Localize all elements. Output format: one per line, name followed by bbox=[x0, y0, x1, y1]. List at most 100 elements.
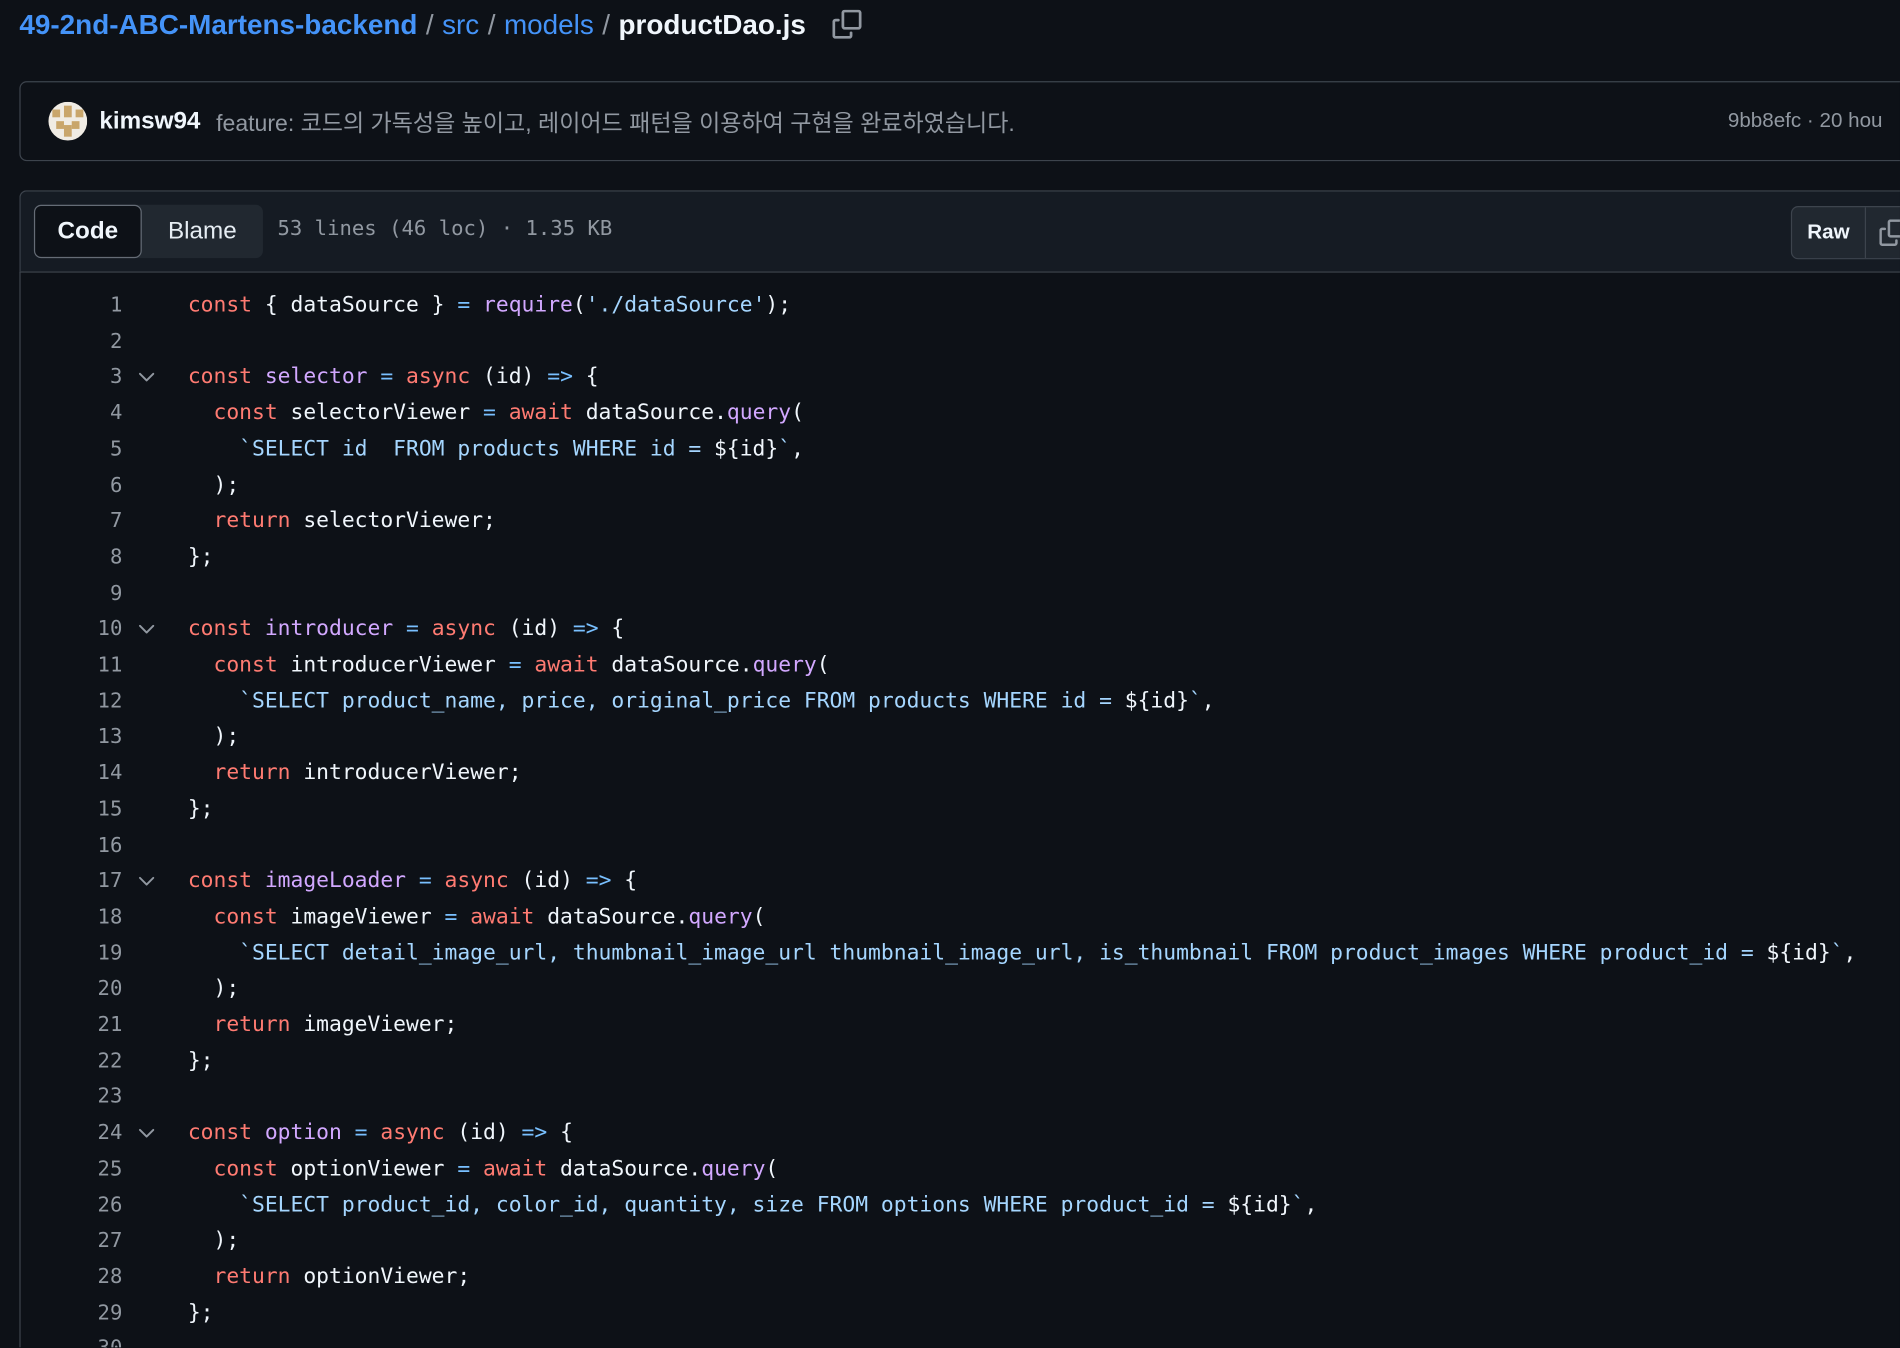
code-token: ${id} bbox=[714, 437, 779, 462]
line-number[interactable]: 3 bbox=[21, 359, 122, 395]
code-token: = bbox=[354, 1120, 368, 1146]
line-number[interactable]: 2 bbox=[21, 323, 122, 359]
line-number[interactable]: 24 bbox=[21, 1115, 123, 1151]
code-token: ); bbox=[187, 473, 240, 498]
line-number[interactable]: 6 bbox=[21, 467, 122, 503]
code-token: = bbox=[483, 401, 496, 426]
commit-hash-time[interactable]: 9bb8efc · 20 hou bbox=[1728, 109, 1883, 133]
line-number[interactable]: 23 bbox=[21, 1079, 123, 1115]
line-number[interactable]: 12 bbox=[21, 683, 123, 719]
code-text: const imageLoader = async (id) => { bbox=[188, 863, 637, 899]
line-number[interactable]: 28 bbox=[21, 1259, 123, 1295]
chevron-down-icon[interactable] bbox=[137, 368, 156, 387]
code-token: `SELECT detail_image_url, thumbnail_imag… bbox=[239, 940, 1767, 966]
code-token: ); bbox=[765, 293, 792, 318]
code-token: const bbox=[187, 365, 252, 390]
code-text: ); bbox=[188, 719, 239, 755]
breadcrumb-file-name: productDao.js bbox=[618, 7, 806, 40]
line-number[interactable]: 10 bbox=[21, 611, 123, 647]
code-token: query bbox=[752, 653, 817, 678]
code-token: return bbox=[213, 1012, 291, 1038]
line-number[interactable]: 30 bbox=[21, 1331, 123, 1348]
code-token: => bbox=[585, 869, 612, 894]
code-text: const introducerViewer = await dataSourc… bbox=[188, 647, 830, 683]
code-token: { bbox=[611, 869, 638, 894]
code-token: dataSource. bbox=[598, 653, 753, 678]
line-number[interactable]: 5 bbox=[21, 431, 122, 467]
copy-path-button[interactable] bbox=[830, 7, 864, 41]
chevron-down-icon[interactable] bbox=[137, 620, 156, 639]
code-token: => bbox=[521, 1120, 548, 1146]
code-token: => bbox=[572, 617, 599, 642]
line-number[interactable]: 26 bbox=[21, 1187, 123, 1223]
code-token: ( bbox=[791, 401, 804, 426]
chevron-down-icon[interactable] bbox=[137, 871, 156, 890]
code-token: }; bbox=[187, 545, 214, 570]
raw-button[interactable]: Raw bbox=[1792, 207, 1867, 259]
code-line: 1 const { dataSource } = require('./dataS… bbox=[21, 287, 1900, 323]
line-number[interactable]: 1 bbox=[21, 287, 122, 323]
code-token: const bbox=[187, 293, 252, 318]
code-token: (id) bbox=[495, 617, 573, 642]
line-number[interactable]: 16 bbox=[21, 827, 123, 863]
code-text: const { dataSource } = require('./dataSo… bbox=[188, 287, 791, 323]
breadcrumb-repo-link[interactable]: 49-2nd-ABC-Martens-backend bbox=[19, 8, 417, 41]
line-number[interactable]: 21 bbox=[21, 1007, 123, 1043]
code-token: ( bbox=[765, 1156, 779, 1182]
code-token: ` bbox=[1830, 940, 1844, 966]
line-number[interactable]: 25 bbox=[21, 1151, 123, 1187]
commit-message-link[interactable]: feature: 코드의 가독성을 높이고, 레이어드 패턴을 이용하여 구현을… bbox=[216, 105, 1015, 138]
code-line: 11 const introducerViewer = await dataSo… bbox=[21, 647, 1900, 683]
breadcrumb-dir-src-link[interactable]: src bbox=[442, 8, 479, 41]
line-number[interactable]: 8 bbox=[21, 539, 122, 575]
code-line: 15}; bbox=[21, 791, 1900, 827]
commit-author-link[interactable]: kimsw94 bbox=[99, 107, 200, 135]
code-token: `SELECT product_id, color_id, quantity, … bbox=[239, 1192, 1228, 1218]
code-line: 29}; bbox=[21, 1295, 1900, 1331]
line-number[interactable]: 19 bbox=[21, 935, 123, 971]
code-token: ${id} bbox=[1124, 689, 1189, 714]
line-number[interactable]: 11 bbox=[21, 647, 123, 683]
code-text: const selector = async (id) => { bbox=[188, 359, 599, 395]
code-line: 23 bbox=[21, 1079, 1900, 1115]
line-number[interactable]: 17 bbox=[21, 863, 123, 899]
line-number[interactable]: 15 bbox=[21, 791, 123, 827]
code-token: async bbox=[380, 1120, 445, 1146]
code-token: async bbox=[444, 869, 509, 894]
chevron-down-icon[interactable] bbox=[137, 1123, 156, 1142]
code-token: query bbox=[688, 905, 753, 930]
line-number[interactable]: 7 bbox=[21, 503, 122, 539]
code-token: { bbox=[547, 1120, 573, 1146]
tab-blame[interactable]: Blame bbox=[142, 205, 263, 258]
file-info: 53 lines (46 loc) · 1.35 KB bbox=[277, 216, 613, 242]
line-number[interactable]: 18 bbox=[21, 899, 123, 935]
line-number[interactable]: 14 bbox=[21, 755, 123, 791]
code-text: const selectorViewer = await dataSource.… bbox=[188, 395, 804, 431]
code-token: optionViewer bbox=[277, 1156, 458, 1182]
avatar[interactable] bbox=[48, 101, 88, 141]
copy-raw-button[interactable] bbox=[1866, 207, 1900, 258]
code-line: 19 `SELECT detail_image_url, thumbnail_i… bbox=[21, 935, 1900, 971]
code-token: ); bbox=[187, 725, 240, 750]
line-number[interactable]: 29 bbox=[21, 1295, 123, 1331]
line-number[interactable]: 20 bbox=[21, 971, 123, 1007]
tab-code[interactable]: Code bbox=[33, 204, 142, 259]
code-token: query bbox=[701, 1156, 766, 1182]
line-number[interactable]: 4 bbox=[21, 395, 122, 431]
code-token: query bbox=[726, 401, 792, 426]
breadcrumb-dir-models-link[interactable]: models bbox=[504, 8, 594, 41]
code-token: const bbox=[213, 1156, 278, 1182]
code-line: 6 ); bbox=[21, 467, 1900, 503]
line-number[interactable]: 13 bbox=[21, 719, 123, 755]
line-number[interactable]: 27 bbox=[21, 1223, 123, 1259]
line-number[interactable]: 9 bbox=[21, 575, 122, 611]
line-number[interactable]: 22 bbox=[21, 1043, 123, 1079]
